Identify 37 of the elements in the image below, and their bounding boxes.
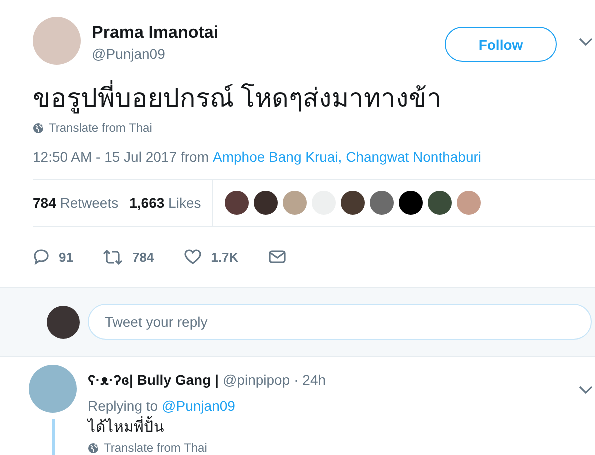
like-action[interactable]: 1.7K (184, 249, 239, 265)
replying-label: Replying to (88, 397, 158, 415)
stat-count[interactable]: 1,663 Likes (130, 195, 202, 211)
reply-text: ได้ไหมพี่ปั้น (88, 418, 595, 438)
user-name: Prama Imanotai (92, 23, 219, 43)
tweet-text: ขอรูปพี่บอยปกรณ์ โหดๆส่งมาทางข้า (33, 81, 595, 115)
user-name: ʕ·ᴥ·ʔɞ| Bully Gang | (88, 370, 219, 388)
speech-bubble-icon (33, 249, 50, 265)
retweet-icon (103, 250, 124, 264)
globe-icon (88, 442, 99, 454)
follow-button[interactable]: Follow (445, 27, 557, 62)
chevron-down-icon[interactable] (579, 38, 593, 46)
tweet-timestamp: 12:50 AM - 15 Jul 2017 (33, 149, 177, 165)
thread-line (52, 419, 54, 455)
liker-avatar[interactable] (341, 191, 365, 215)
user-handle: @Punjan09 (92, 46, 166, 62)
reply-input-field[interactable]: Tweet your reply (88, 304, 592, 340)
envelope-icon (268, 250, 286, 264)
user-handle: @pinpipop (222, 370, 290, 388)
avatar (47, 306, 80, 338)
from-label: from (181, 149, 209, 165)
reply-action[interactable]: 91 (33, 249, 74, 265)
message-action[interactable] (268, 250, 286, 264)
retweet-action[interactable]: 784 (103, 250, 154, 264)
globe-icon (33, 122, 44, 134)
heart-icon (184, 249, 202, 265)
liker-avatar[interactable] (428, 191, 452, 215)
translate-link[interactable]: Translate from Thai (104, 441, 208, 455)
translate-link[interactable]: Translate from Thai (49, 121, 152, 135)
reply-time: · 24h (294, 370, 326, 388)
mention-link[interactable]: @Punjan09 (162, 397, 236, 415)
liker-avatar[interactable] (399, 191, 423, 215)
liker-avatar[interactable] (225, 191, 249, 215)
location-link[interactable]: Amphoe Bang Kruai, Changwat Nonthaburi (213, 149, 482, 165)
chevron-down-icon[interactable] (579, 386, 593, 394)
liker-avatar[interactable] (254, 191, 278, 215)
stat-count[interactable]: 784 Retweets (33, 195, 119, 211)
